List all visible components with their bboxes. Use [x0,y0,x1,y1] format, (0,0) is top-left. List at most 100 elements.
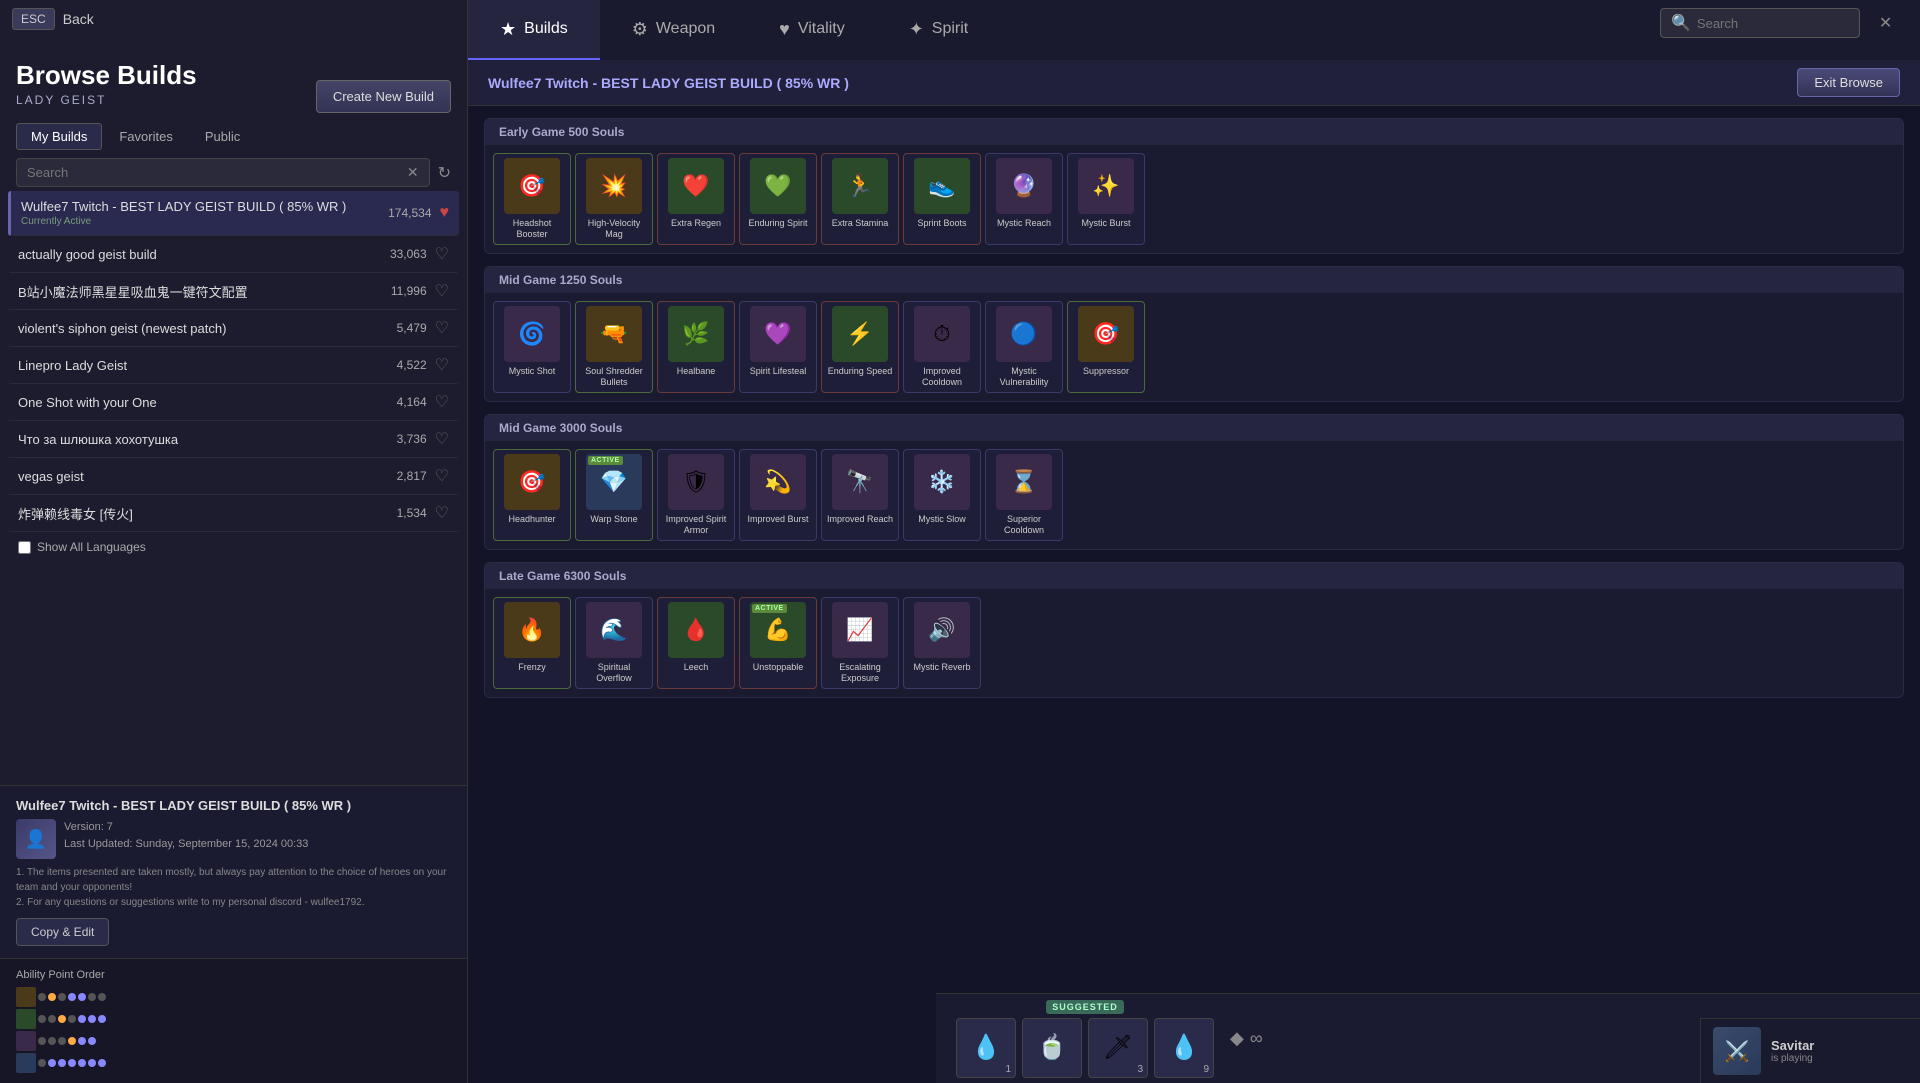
item-soul-shredder[interactable]: 🔫 Soul Shredder Bullets [575,301,653,393]
item-high-velocity[interactable]: 💥 High-Velocity Mag [575,153,653,245]
build-item-6[interactable]: Что за шлюшка хохотушка 3,736 ♡ [8,421,459,458]
item-superior-cooldown[interactable]: ⌛ Superior Cooldown [985,449,1063,541]
item-icon-improved-burst: 💫 [750,454,806,510]
suggested-num-0: 1 [1005,1064,1011,1075]
item-frenzy[interactable]: 🔥 Frenzy [493,597,571,689]
item-icon-escalating-exposure: 📈 [832,602,888,658]
ability-dot [88,993,96,1001]
top-search-input[interactable] [1697,16,1873,31]
item-enduring-spirit[interactable]: 💚 Enduring Spirit [739,153,817,245]
item-spiritual-overflow[interactable]: 🌊 Spiritual Overflow [575,597,653,689]
item-name-spiritual-overflow: Spiritual Overflow [580,662,648,684]
build-item-8[interactable]: 炸弹赖线毒女 [传火] 1,534 ♡ [8,495,459,532]
tab-public[interactable]: Public [190,123,255,150]
ability-row-1 [16,1009,451,1029]
item-enduring-speed[interactable]: ⚡ Enduring Speed [821,301,899,393]
show-all-languages-checkbox[interactable] [18,541,31,554]
mid-game-3000-header: Mid Game 3000 Souls [485,415,1903,441]
item-name-frenzy: Frenzy [518,662,546,684]
ability-icon-1 [16,1009,36,1029]
nav-tab-vitality[interactable]: ♥ Vitality [747,0,877,60]
back-button[interactable]: Back [63,11,94,27]
exit-browse-button[interactable]: Exit Browse [1797,68,1900,97]
item-name-mystic-reverb: Mystic Reverb [913,662,970,684]
build-item-1[interactable]: actually good geist build 33,063 ♡ [8,236,459,273]
suggested-item-3[interactable]: 💧 9 [1154,1018,1214,1078]
item-mystic-burst[interactable]: ✨ Mystic Burst [1067,153,1145,245]
item-icon-improved-spirit-armor: 🛡 [668,454,724,510]
diamond-link-icon[interactable]: ◆ [1230,1028,1244,1049]
item-extra-regen[interactable]: ❤️ Extra Regen [657,153,735,245]
item-mystic-shot[interactable]: 🌀 Mystic Shot [493,301,571,393]
ability-row-0 [16,987,451,1007]
item-improved-reach[interactable]: 🔭 Improved Reach [821,449,899,541]
item-icon-suppressor: 🎯 [1078,306,1134,362]
heart-icon-6[interactable]: ♡ [435,429,449,449]
heart-icon-1[interactable]: ♡ [435,244,449,264]
item-name-mystic-vulnerability: Mystic Vulnerability [990,366,1058,388]
item-improved-spirit-armor[interactable]: 🛡 Improved Spirit Armor [657,449,735,541]
ability-dot [38,1015,46,1023]
item-healbane[interactable]: 🌿 Healbane [657,301,735,393]
heart-icon-3[interactable]: ♡ [435,318,449,338]
nav-tab-builds[interactable]: ★ Builds [468,0,600,60]
item-icon-healbane: 🌿 [668,306,724,362]
build-item-count-7: 2,817 [397,469,427,483]
build-header-title: Wulfee7 Twitch - BEST LADY GEIST BUILD (… [488,75,849,91]
build-item-7[interactable]: vegas geist 2,817 ♡ [8,458,459,495]
refresh-icon[interactable]: ↻ [438,163,451,183]
item-mystic-reach[interactable]: 🔮 Mystic Reach [985,153,1063,245]
item-icon-spirit-lifesteal: 💜 [750,306,806,362]
heart-icon-8[interactable]: ♡ [435,503,449,523]
heart-icon-0[interactable]: ♥ [440,204,450,222]
search-input[interactable] [27,165,407,180]
item-headshot-booster[interactable]: 🎯 Headshot Booster [493,153,571,245]
item-icon-mystic-slow: ❄️ [914,454,970,510]
build-item-5[interactable]: One Shot with your One 4,164 ♡ [8,384,459,421]
build-item-3[interactable]: violent's siphon geist (newest patch) 5,… [8,310,459,347]
item-extra-stamina[interactable]: 🏃 Extra Stamina [821,153,899,245]
tab-favorites[interactable]: Favorites [104,123,187,150]
heart-icon-5[interactable]: ♡ [435,392,449,412]
item-leech[interactable]: 🩸 Leech [657,597,735,689]
nav-tab-spirit[interactable]: ✦ Spirit [877,0,1001,60]
item-headhunter[interactable]: 🎯 Headhunter [493,449,571,541]
ability-icon-2 [16,1031,36,1051]
build-item-count-8: 1,534 [397,506,427,520]
build-detail-card: Wulfee7 Twitch - BEST LADY GEIST BUILD (… [0,785,467,958]
build-item-2[interactable]: B站小魔法师黑星星吸血鬼一键符文配置 11,996 ♡ [8,273,459,310]
heart-icon-7[interactable]: ♡ [435,466,449,486]
build-item-name-0: Wulfee7 Twitch - BEST LADY GEIST BUILD (… [21,199,388,214]
build-item-0[interactable]: Wulfee7 Twitch - BEST LADY GEIST BUILD (… [8,191,459,236]
item-name-mystic-shot: Mystic Shot [509,366,556,388]
tab-my-builds[interactable]: My Builds [16,123,102,150]
copy-edit-button[interactable]: Copy & Edit [16,918,109,946]
search-clear-icon[interactable]: ✕ [407,164,419,181]
esc-button[interactable]: ESC [12,8,55,30]
heart-icon-2[interactable]: ♡ [435,281,449,301]
item-improved-burst[interactable]: 💫 Improved Burst [739,449,817,541]
nav-tab-weapon[interactable]: ⚙ Weapon [600,0,747,60]
item-suppressor[interactable]: 🎯 Suppressor [1067,301,1145,393]
item-mystic-slow[interactable]: ❄️ Mystic Slow [903,449,981,541]
item-escalating-exposure[interactable]: 📈 Escalating Exposure [821,597,899,689]
item-sprint-boots[interactable]: 👟 Sprint Boots [903,153,981,245]
build-item-4[interactable]: Linepro Lady Geist 4,522 ♡ [8,347,459,384]
item-warp-stone[interactable]: ACTIVE 💎 Warp Stone [575,449,653,541]
top-search-clear-icon[interactable]: ✕ [1879,13,1892,33]
item-improved-cooldown[interactable]: ⏱ Improved Cooldown [903,301,981,393]
item-mystic-reverb[interactable]: 🔊 Mystic Reverb [903,597,981,689]
suggested-item-0[interactable]: 💧 1 [956,1018,1016,1078]
heart-icon-4[interactable]: ♡ [435,355,449,375]
item-unstoppable[interactable]: ACTIVE 💪 Unstoppable [739,597,817,689]
item-mystic-vulnerability[interactable]: 🔵 Mystic Vulnerability [985,301,1063,393]
create-build-button[interactable]: Create New Build [316,80,451,113]
build-item-sub-0: Currently Active [21,216,388,227]
build-detail-meta: 👤 Version: 7 Last Updated: Sunday, Septe… [16,819,451,859]
ability-dot [68,993,76,1001]
chain-link-icon[interactable]: ∞ [1250,1028,1263,1049]
item-spirit-lifesteal[interactable]: 💜 Spirit Lifesteal [739,301,817,393]
suggested-item-2[interactable]: 🗡 3 [1088,1018,1148,1078]
suggested-item-1[interactable]: 🍵 [1022,1018,1082,1078]
player-avatar: ⚔️ [1713,1027,1761,1075]
